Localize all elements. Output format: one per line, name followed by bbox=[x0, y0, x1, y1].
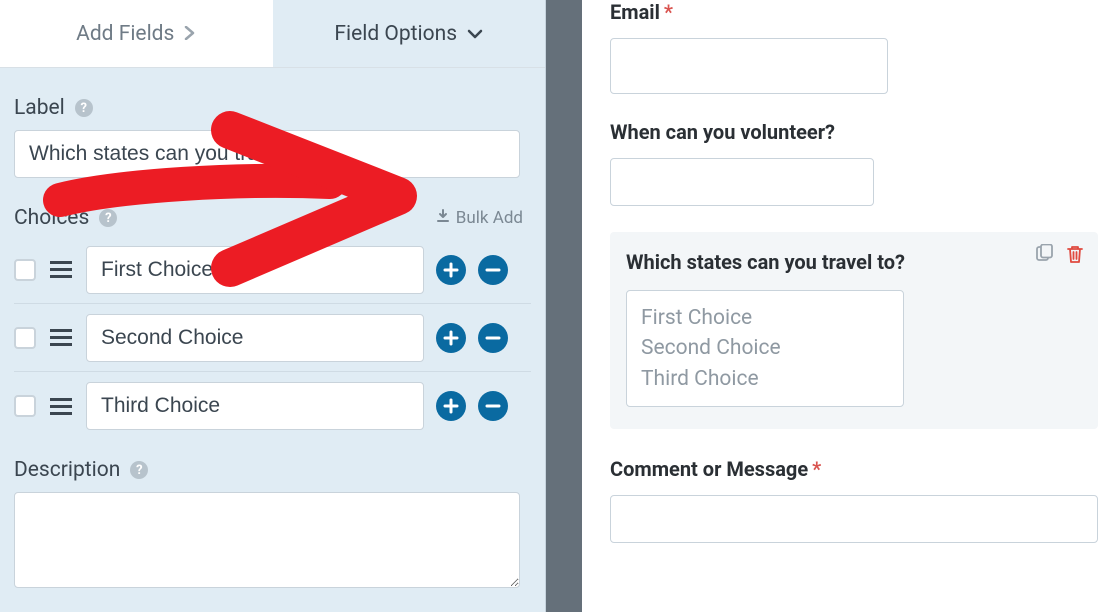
sidebar-body: Label ? Choices ? Bulk Add Description ? bbox=[0, 68, 545, 606]
email-input[interactable] bbox=[610, 38, 888, 94]
panel-divider bbox=[546, 0, 582, 612]
remove-choice-button[interactable] bbox=[478, 255, 508, 285]
chevron-down-icon bbox=[467, 22, 483, 46]
email-label: Email bbox=[610, 0, 660, 24]
label-input[interactable] bbox=[14, 130, 520, 178]
bulk-add-label: Bulk Add bbox=[456, 208, 523, 228]
choice-input[interactable] bbox=[86, 246, 424, 294]
choice-row bbox=[14, 372, 531, 440]
bulk-add-button[interactable]: Bulk Add bbox=[436, 208, 523, 228]
choice-default-checkbox[interactable] bbox=[14, 395, 36, 417]
chevron-right-icon bbox=[184, 22, 196, 46]
tab-field-options[interactable]: Field Options bbox=[273, 0, 546, 67]
volunteer-label: When can you volunteer? bbox=[610, 120, 835, 144]
help-icon[interactable]: ? bbox=[99, 209, 117, 227]
choices-header: Choices ? Bulk Add bbox=[14, 206, 531, 230]
multiselect-option[interactable]: Second Choice bbox=[641, 333, 889, 363]
tab-add-fields[interactable]: Add Fields bbox=[0, 0, 273, 67]
choice-input[interactable] bbox=[86, 382, 424, 430]
choices-title: Choices bbox=[14, 206, 89, 230]
choice-input[interactable] bbox=[86, 314, 424, 362]
add-choice-button[interactable] bbox=[436, 323, 466, 353]
field-toolbar bbox=[1034, 244, 1084, 268]
description-row: Description ? bbox=[14, 458, 531, 482]
drag-handle-icon[interactable] bbox=[48, 261, 74, 278]
field-states-selected[interactable]: Which states can you travel to? First Ch… bbox=[610, 232, 1098, 429]
remove-choice-button[interactable] bbox=[478, 391, 508, 421]
choice-default-checkbox[interactable] bbox=[14, 327, 36, 349]
add-choice-button[interactable] bbox=[436, 255, 466, 285]
label-title: Label bbox=[14, 96, 65, 120]
multiselect-option[interactable]: First Choice bbox=[641, 303, 889, 333]
tab-add-fields-label: Add Fields bbox=[76, 22, 174, 46]
remove-choice-button[interactable] bbox=[478, 323, 508, 353]
description-title: Description bbox=[14, 458, 120, 482]
choice-row bbox=[14, 236, 531, 304]
field-comment: Comment or Message * bbox=[610, 457, 1098, 543]
panel-tabs: Add Fields Field Options bbox=[0, 0, 545, 68]
help-icon[interactable]: ? bbox=[130, 461, 148, 479]
download-icon bbox=[436, 208, 450, 228]
label-row: Label ? bbox=[14, 96, 531, 120]
required-asterisk: * bbox=[664, 0, 673, 24]
trash-icon[interactable] bbox=[1066, 244, 1084, 268]
choice-default-checkbox[interactable] bbox=[14, 259, 36, 281]
states-label: Which states can you travel to? bbox=[626, 250, 905, 274]
add-choice-button[interactable] bbox=[436, 391, 466, 421]
options-panel: Add Fields Field Options Label ? Choices bbox=[0, 0, 546, 612]
required-asterisk: * bbox=[812, 457, 821, 481]
drag-handle-icon[interactable] bbox=[48, 329, 74, 346]
help-icon[interactable]: ? bbox=[75, 99, 93, 117]
tab-field-options-label: Field Options bbox=[334, 22, 457, 46]
states-multiselect[interactable]: First ChoiceSecond ChoiceThird Choice bbox=[626, 290, 904, 407]
duplicate-icon[interactable] bbox=[1034, 244, 1054, 268]
field-email: Email * bbox=[610, 0, 1098, 94]
description-textarea[interactable] bbox=[14, 492, 520, 588]
comment-input[interactable] bbox=[610, 495, 1098, 543]
comment-label: Comment or Message bbox=[610, 457, 808, 481]
app-root: Add Fields Field Options Label ? Choices bbox=[0, 0, 1116, 612]
drag-handle-icon[interactable] bbox=[48, 398, 74, 415]
multiselect-option[interactable]: Third Choice bbox=[641, 364, 889, 394]
volunteer-input[interactable] bbox=[610, 158, 874, 206]
choice-row bbox=[14, 304, 531, 372]
form-preview: Email * When can you volunteer? Which st bbox=[582, 0, 1116, 612]
field-volunteer: When can you volunteer? bbox=[610, 120, 1098, 206]
